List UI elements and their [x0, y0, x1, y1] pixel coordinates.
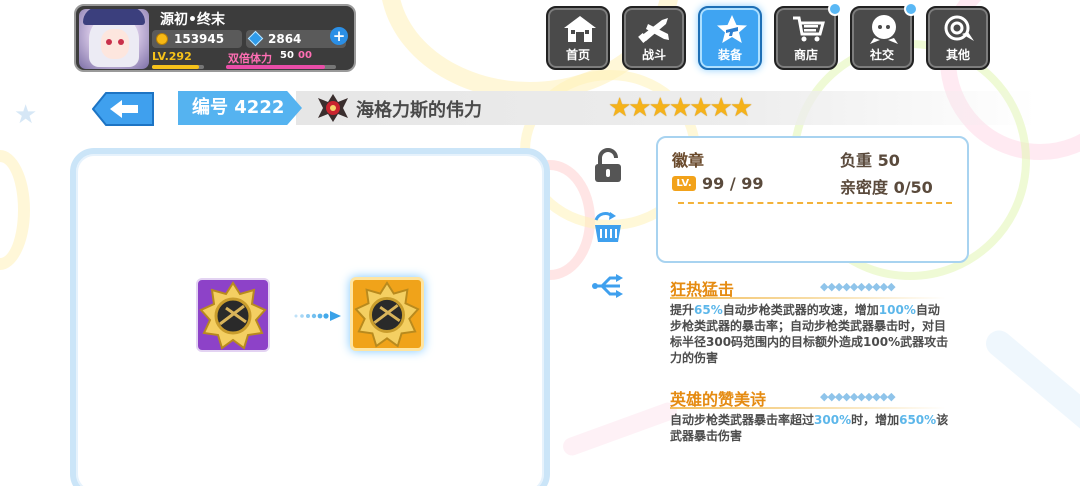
unlock-icon: [595, 148, 621, 182]
skill-value-highlight: 300%: [814, 413, 852, 427]
disassemble-button[interactable]: [590, 210, 626, 246]
double-stamina-bar: [226, 65, 336, 69]
equipment-icon: [717, 15, 747, 43]
skill-text: 提升: [670, 303, 695, 317]
back-button[interactable]: [91, 92, 154, 126]
add-gems-button[interactable]: +: [330, 27, 348, 45]
recycle-basket-icon: [594, 211, 621, 242]
skill-2-underline: [670, 407, 946, 409]
player-profile-card[interactable]: 源初•终末 153945 2864 LV.292 双倍体力 50 00: [74, 4, 356, 72]
level-tag: LV.: [672, 176, 696, 191]
skill-1-underline: [670, 297, 946, 299]
info-divider: [678, 202, 952, 204]
nav-other-label: 其他: [945, 48, 970, 62]
item-title: 海格力斯的伟力: [356, 100, 482, 121]
item-type: 徽章: [672, 151, 705, 170]
shop-notification-dot: [828, 2, 842, 16]
upgrade-arrow-icon: [294, 311, 341, 321]
skill-1-decoration: ◆◆◆◆◆◆◆◆◆◆: [820, 280, 896, 293]
lock-button[interactable]: [590, 148, 626, 184]
gold-counter: 153945: [152, 30, 242, 48]
gold-coin-icon: [156, 33, 168, 45]
skill-text: 时，增加: [851, 413, 900, 427]
nav-social-label: 社交: [869, 48, 894, 62]
item-affinity: 亲密度 0/50: [840, 178, 933, 197]
nav-other-button[interactable]: 其他: [926, 6, 990, 70]
item-weight: 负重 50: [840, 151, 900, 170]
item-level: 99 / 99: [702, 174, 764, 193]
nav-battle-label: 战斗: [641, 48, 666, 62]
nav-equipment-button[interactable]: 装备: [698, 6, 762, 70]
star-rating: ★★★★★★★: [608, 93, 753, 123]
social-notification-dot: [904, 2, 918, 16]
home-icon: [564, 16, 596, 42]
nav-shop-button[interactable]: 商店: [774, 2, 842, 70]
nav-shop-label: 商店: [793, 48, 818, 62]
skill-value-highlight: 650%: [899, 413, 937, 427]
social-icon: [870, 15, 898, 44]
nav-battle-button[interactable]: 战斗: [622, 6, 686, 70]
badge-before-icon[interactable]: [196, 278, 270, 352]
battle-icon: [638, 18, 669, 43]
other-icon: [944, 15, 974, 41]
nav-home-button[interactable]: 首页: [546, 6, 610, 70]
gem-icon: [247, 30, 264, 47]
double-stamina-value: 50: [280, 50, 294, 61]
double-stamina-label: 双倍体力: [228, 52, 272, 65]
player-avatar[interactable]: [79, 9, 149, 69]
nav-social-button[interactable]: 社交: [850, 2, 918, 70]
skill-2-decoration: ◆◆◆◆◆◆◆◆◆◆: [820, 390, 896, 403]
skill-text: 自动步枪类武器暴击率超过: [670, 413, 815, 427]
shop-icon: [793, 16, 825, 42]
skill-1-description: 提升65%自动步枪类武器的攻速，增加100%自动步枪类武器的暴击率；自动步枪类武…: [670, 302, 950, 366]
item-emblem-icon: [316, 92, 350, 124]
player-level: LV.292: [152, 50, 192, 63]
item-info-box: 徽章 负重 50 LV. 99 / 99 亲密度 0/50: [656, 136, 969, 263]
nav-home-label: 首页: [565, 48, 590, 62]
item-number-tag: 编号 4222: [178, 91, 302, 125]
skill-2-description: 自动步枪类武器暴击率超过300%时，增加650%该武器暴击伤害: [670, 412, 950, 444]
level-progress-bar: [152, 65, 204, 69]
share-icon: [592, 274, 623, 298]
nav-equipment-label: 装备: [717, 48, 742, 62]
gold-amount: 153945: [174, 32, 225, 46]
skill-text: 自动步枪类武器的攻速，增加: [722, 303, 879, 317]
badge-after-icon[interactable]: [350, 277, 424, 351]
double-stamina-max: 00: [298, 50, 312, 61]
gem-amount: 2864: [268, 32, 302, 46]
skill-value-highlight: 65%: [694, 303, 723, 317]
share-button[interactable]: [590, 268, 626, 304]
player-name: 源初•终末: [160, 12, 225, 28]
back-arrow-icon: [91, 92, 154, 126]
skill-value-highlight: 100%: [878, 303, 916, 317]
